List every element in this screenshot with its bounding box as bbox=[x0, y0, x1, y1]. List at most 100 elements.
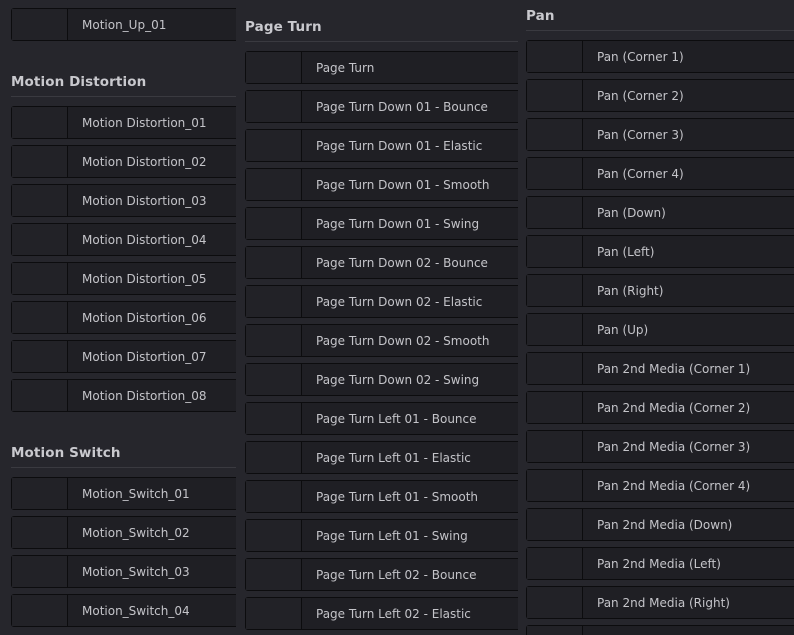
effect-item[interactable]: Pan (Up) bbox=[526, 313, 794, 346]
effect-thumbnail bbox=[527, 548, 583, 579]
effect-thumbnail bbox=[527, 236, 583, 267]
effect-item[interactable]: Page Turn Down 02 - Bounce bbox=[245, 246, 518, 279]
effect-item[interactable]: Pan 2nd Media (Left) bbox=[526, 547, 794, 580]
effect-label: Pan (Right) bbox=[597, 283, 664, 298]
section-header-motion-distortion: Motion Distortion bbox=[11, 70, 236, 97]
effect-thumbnail bbox=[527, 392, 583, 423]
effect-item[interactable]: Pan 2nd Media (Right) bbox=[526, 586, 794, 619]
effect-item[interactable]: Motion Distortion_01 bbox=[11, 106, 236, 139]
effect-item[interactable]: Page Turn Down 02 - Elastic bbox=[245, 285, 518, 318]
effect-thumbnail bbox=[12, 107, 68, 138]
effect-thumbnail bbox=[12, 224, 68, 255]
effect-item[interactable]: Pan (Right) bbox=[526, 274, 794, 307]
effect-item[interactable]: Page Turn Left 01 - Bounce bbox=[245, 402, 518, 435]
effect-thumbnail bbox=[12, 341, 68, 372]
effect-label: Page Turn Down 01 - Elastic bbox=[316, 138, 483, 153]
effect-thumbnail bbox=[12, 478, 68, 509]
effect-item[interactable]: Pan 2nd Media (Corner 3) bbox=[526, 430, 794, 463]
effect-item[interactable]: Motion Distortion_05 bbox=[11, 262, 236, 295]
effect-item[interactable]: Page Turn Down 01 - Bounce bbox=[245, 90, 518, 123]
effect-thumbnail bbox=[246, 364, 302, 395]
effect-item[interactable]: Page Turn Left 02 - Elastic bbox=[245, 597, 518, 630]
effect-label: Pan 2nd Media (Corner 1) bbox=[597, 361, 751, 376]
effect-item[interactable]: Pan (Corner 1) bbox=[526, 40, 794, 73]
effect-thumbnail bbox=[12, 556, 68, 587]
effect-item[interactable]: Pan (Down) bbox=[526, 196, 794, 229]
effect-label: Page Turn Left 02 - Bounce bbox=[316, 567, 477, 582]
effect-item[interactable]: Motion_Switch_04 bbox=[11, 594, 236, 627]
effect-thumbnail bbox=[12, 263, 68, 294]
effect-label: Motion_Up_01 bbox=[82, 17, 167, 32]
effect-item[interactable]: Motion Distortion_02 bbox=[11, 145, 236, 178]
effect-item[interactable]: Motion_Switch_02 bbox=[11, 516, 236, 549]
effect-thumbnail bbox=[246, 208, 302, 239]
effect-item[interactable]: Motion_Switch_01 bbox=[11, 477, 236, 510]
effect-item[interactable]: Pan 2nd Media (Corner 4) bbox=[526, 469, 794, 502]
effect-item[interactable]: Pan 2nd Media (Corner 2) bbox=[526, 391, 794, 424]
effect-thumbnail bbox=[527, 197, 583, 228]
effect-label: Page Turn Down 01 - Swing bbox=[316, 216, 480, 231]
effect-item[interactable]: Motion_Switch_03 bbox=[11, 555, 236, 588]
effect-thumbnail bbox=[246, 130, 302, 161]
effect-item-partial[interactable] bbox=[526, 625, 794, 635]
effect-item[interactable]: Page Turn Down 02 - Smooth bbox=[245, 324, 518, 357]
effect-item[interactable]: Page Turn Down 01 - Elastic bbox=[245, 129, 518, 162]
effect-label: Page Turn Left 01 - Swing bbox=[316, 528, 468, 543]
effect-item[interactable]: Pan (Corner 3) bbox=[526, 118, 794, 151]
effect-label: Pan (Left) bbox=[597, 244, 655, 259]
effect-thumbnail bbox=[12, 185, 68, 216]
effect-item[interactable]: Motion Distortion_08 bbox=[11, 379, 236, 412]
effect-label: Page Turn Left 01 - Elastic bbox=[316, 450, 471, 465]
effect-thumbnail bbox=[527, 158, 583, 189]
effect-thumbnail bbox=[527, 119, 583, 150]
effect-label: Pan (Corner 3) bbox=[597, 127, 684, 142]
effect-item[interactable]: Page Turn Left 01 - Smooth bbox=[245, 480, 518, 513]
effect-item[interactable]: Pan (Corner 4) bbox=[526, 157, 794, 190]
effect-thumbnail bbox=[246, 247, 302, 278]
effect-label: Motion_Switch_04 bbox=[82, 603, 190, 618]
effect-item[interactable]: Page Turn bbox=[245, 51, 518, 84]
effects-column-right: Pan Pan (Corner 1) Pan (Corner 2) Pan (C… bbox=[518, 0, 794, 635]
effect-item[interactable]: Page Turn Left 01 - Elastic bbox=[245, 441, 518, 474]
effect-label: Page Turn Down 01 - Smooth bbox=[316, 177, 490, 192]
effect-label: Pan (Down) bbox=[597, 205, 666, 220]
effect-item[interactable]: Motion Distortion_03 bbox=[11, 184, 236, 217]
effect-thumbnail bbox=[246, 481, 302, 512]
effect-item[interactable]: Page Turn Down 02 - Swing bbox=[245, 363, 518, 396]
effects-column-middle: Page Turn Page Turn Page Turn Down 01 - … bbox=[236, 0, 518, 635]
effect-thumbnail bbox=[246, 169, 302, 200]
effect-item[interactable]: Pan (Corner 2) bbox=[526, 79, 794, 112]
effect-label: Page Turn bbox=[316, 60, 375, 75]
effect-label: Pan 2nd Media (Right) bbox=[597, 595, 730, 610]
effect-item[interactable]: Pan 2nd Media (Corner 1) bbox=[526, 352, 794, 385]
effect-thumbnail bbox=[527, 587, 583, 618]
effect-item[interactable]: Motion Distortion_04 bbox=[11, 223, 236, 256]
effect-thumbnail bbox=[246, 52, 302, 83]
effect-label: Motion_Switch_03 bbox=[82, 564, 190, 579]
effect-thumbnail bbox=[527, 626, 583, 635]
effect-thumbnail bbox=[12, 380, 68, 411]
effect-thumbnail bbox=[12, 146, 68, 177]
effect-label: Pan 2nd Media (Corner 4) bbox=[597, 478, 751, 493]
effect-label: Page Turn Left 01 - Bounce bbox=[316, 411, 477, 426]
effect-thumbnail bbox=[246, 598, 302, 629]
effects-column-left: Motion_Up_01 Motion Distortion Motion Di… bbox=[0, 0, 236, 635]
effect-label: Page Turn Down 02 - Swing bbox=[316, 372, 480, 387]
effect-item[interactable]: Page Turn Left 01 - Swing bbox=[245, 519, 518, 552]
effect-item[interactable]: Page Turn Down 01 - Smooth bbox=[245, 168, 518, 201]
effect-label: Motion Distortion_03 bbox=[82, 193, 207, 208]
effect-thumbnail bbox=[246, 520, 302, 551]
effect-item-motion-up-01[interactable]: Motion_Up_01 bbox=[11, 8, 236, 41]
effect-label: Pan (Corner 2) bbox=[597, 88, 684, 103]
effect-label: Motion Distortion_04 bbox=[82, 232, 207, 247]
effect-label: Pan 2nd Media (Corner 2) bbox=[597, 400, 751, 415]
effect-item[interactable]: Page Turn Left 02 - Bounce bbox=[245, 558, 518, 591]
effect-item[interactable]: Pan 2nd Media (Down) bbox=[526, 508, 794, 541]
effect-item[interactable]: Pan (Left) bbox=[526, 235, 794, 268]
effect-thumbnail bbox=[246, 403, 302, 434]
effect-item[interactable]: Motion Distortion_07 bbox=[11, 340, 236, 373]
effect-label: Pan (Up) bbox=[597, 322, 649, 337]
effect-thumbnail bbox=[246, 442, 302, 473]
effect-item[interactable]: Motion Distortion_06 bbox=[11, 301, 236, 334]
effect-item[interactable]: Page Turn Down 01 - Swing bbox=[245, 207, 518, 240]
